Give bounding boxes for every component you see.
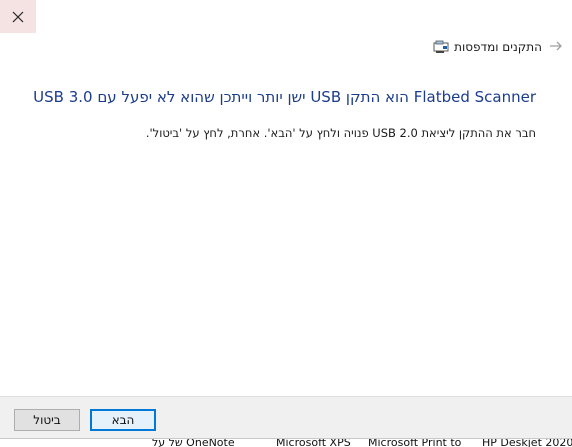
close-icon	[12, 11, 24, 22]
close-button[interactable]	[0, 0, 36, 33]
dialog-footer: ביטול הבא	[0, 396, 572, 439]
cancel-button[interactable]: ביטול	[14, 409, 80, 431]
instruction-text: חבר את ההתקן ליציאת USB 2.0 פנויה ולחץ ע…	[145, 126, 536, 140]
breadcrumb: התקנים ומדפסות	[433, 37, 542, 57]
devices-printers-icon	[433, 40, 449, 53]
next-button[interactable]: הבא	[90, 409, 156, 431]
back-arrow-icon	[550, 41, 562, 51]
usb-warning-dialog: התקנים ומדפסות Flatbed Scanner הוא התקן …	[0, 0, 572, 447]
back-button[interactable]	[548, 38, 564, 54]
breadcrumb-label: התקנים ומדפסות	[454, 40, 542, 54]
page-title: Flatbed Scanner הוא התקן USB ישן יותר וי…	[33, 88, 536, 106]
